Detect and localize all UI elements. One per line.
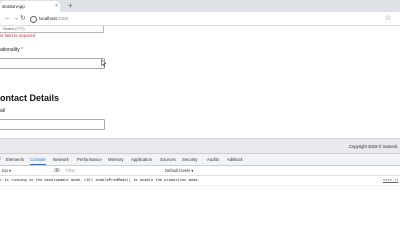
console-source-link[interactable]: core.js bbox=[383, 176, 399, 185]
devtools-tab-console[interactable]: Console bbox=[30, 154, 46, 165]
bookmark-star-icon[interactable]: ☆ bbox=[385, 13, 391, 24]
tab-close-icon[interactable]: × bbox=[55, 4, 58, 9]
nationality-label: ationality * bbox=[0, 47, 24, 53]
new-tab-button[interactable]: + bbox=[68, 1, 73, 11]
contact-details-heading: ontact Details bbox=[0, 93, 60, 103]
page-footer: Copyright 2019 © SomeSi bbox=[0, 138, 400, 154]
devtools-tab-sources[interactable]: Sources bbox=[160, 154, 176, 165]
back-icon[interactable]: ← bbox=[4, 13, 11, 24]
devtools-tab-security[interactable]: Security bbox=[182, 154, 198, 165]
url-text: localhost:4200 bbox=[39, 16, 69, 21]
copyright-text: Copyright 2019 © SomeSi bbox=[349, 144, 398, 149]
email-label: ail bbox=[0, 108, 6, 114]
page-content: Select (???) is field is required ationa… bbox=[0, 26, 400, 136]
console-filter-input[interactable]: Filter bbox=[62, 167, 152, 174]
browser-tab-strip: strationApp × + bbox=[0, 0, 400, 12]
inspect-icon[interactable]: □ bbox=[0, 154, 1, 165]
email-input[interactable] bbox=[0, 119, 105, 130]
eye-icon[interactable] bbox=[54, 168, 60, 172]
select-value: Select (???) bbox=[3, 26, 25, 31]
forward-icon[interactable]: → bbox=[12, 13, 19, 24]
address-bar[interactable]: localhost:4200 bbox=[28, 14, 388, 23]
devtools-tab-adblock[interactable]: AdBlock bbox=[227, 154, 243, 165]
browser-tab[interactable]: strationApp × bbox=[0, 1, 60, 12]
reload-icon[interactable]: ↻ bbox=[20, 13, 26, 24]
tab-title: strationApp bbox=[2, 4, 25, 9]
console-filter-bar: top ▾ Filter Default levels ▾ bbox=[0, 166, 400, 176]
required-asterisk: * bbox=[21, 47, 24, 53]
devtools-tab-memory[interactable]: Memory bbox=[108, 154, 124, 165]
field-error-message: is field is required bbox=[0, 33, 36, 38]
context-select[interactable]: top ▾ bbox=[2, 166, 11, 175]
console-message-row: r is running in the development mode. Ca… bbox=[0, 176, 400, 186]
log-levels-dropdown[interactable]: Default levels ▾ bbox=[165, 166, 193, 175]
browser-toolbar: ← → ↻ localhost:4200 ☆ bbox=[0, 12, 400, 26]
devtools-tab-network[interactable]: Network bbox=[53, 154, 69, 165]
site-info-icon[interactable] bbox=[30, 16, 37, 23]
nationality-input[interactable] bbox=[0, 58, 105, 69]
devtools-tab-performance[interactable]: Performance bbox=[77, 154, 102, 165]
devtools-tab-application[interactable]: Application bbox=[131, 154, 152, 165]
country-select[interactable]: Select (???) bbox=[0, 26, 104, 33]
devtools-tab-audits[interactable]: Audits bbox=[207, 154, 219, 165]
devtools-panel: □ Elements Console Network Performance M… bbox=[0, 153, 400, 251]
devtools-tab-bar: □ Elements Console Network Performance M… bbox=[0, 154, 400, 166]
console-message: r is running in the development mode. Ca… bbox=[0, 178, 200, 182]
devtools-tab-elements[interactable]: Elements bbox=[6, 154, 24, 165]
mouse-pointer-icon bbox=[101, 59, 107, 67]
